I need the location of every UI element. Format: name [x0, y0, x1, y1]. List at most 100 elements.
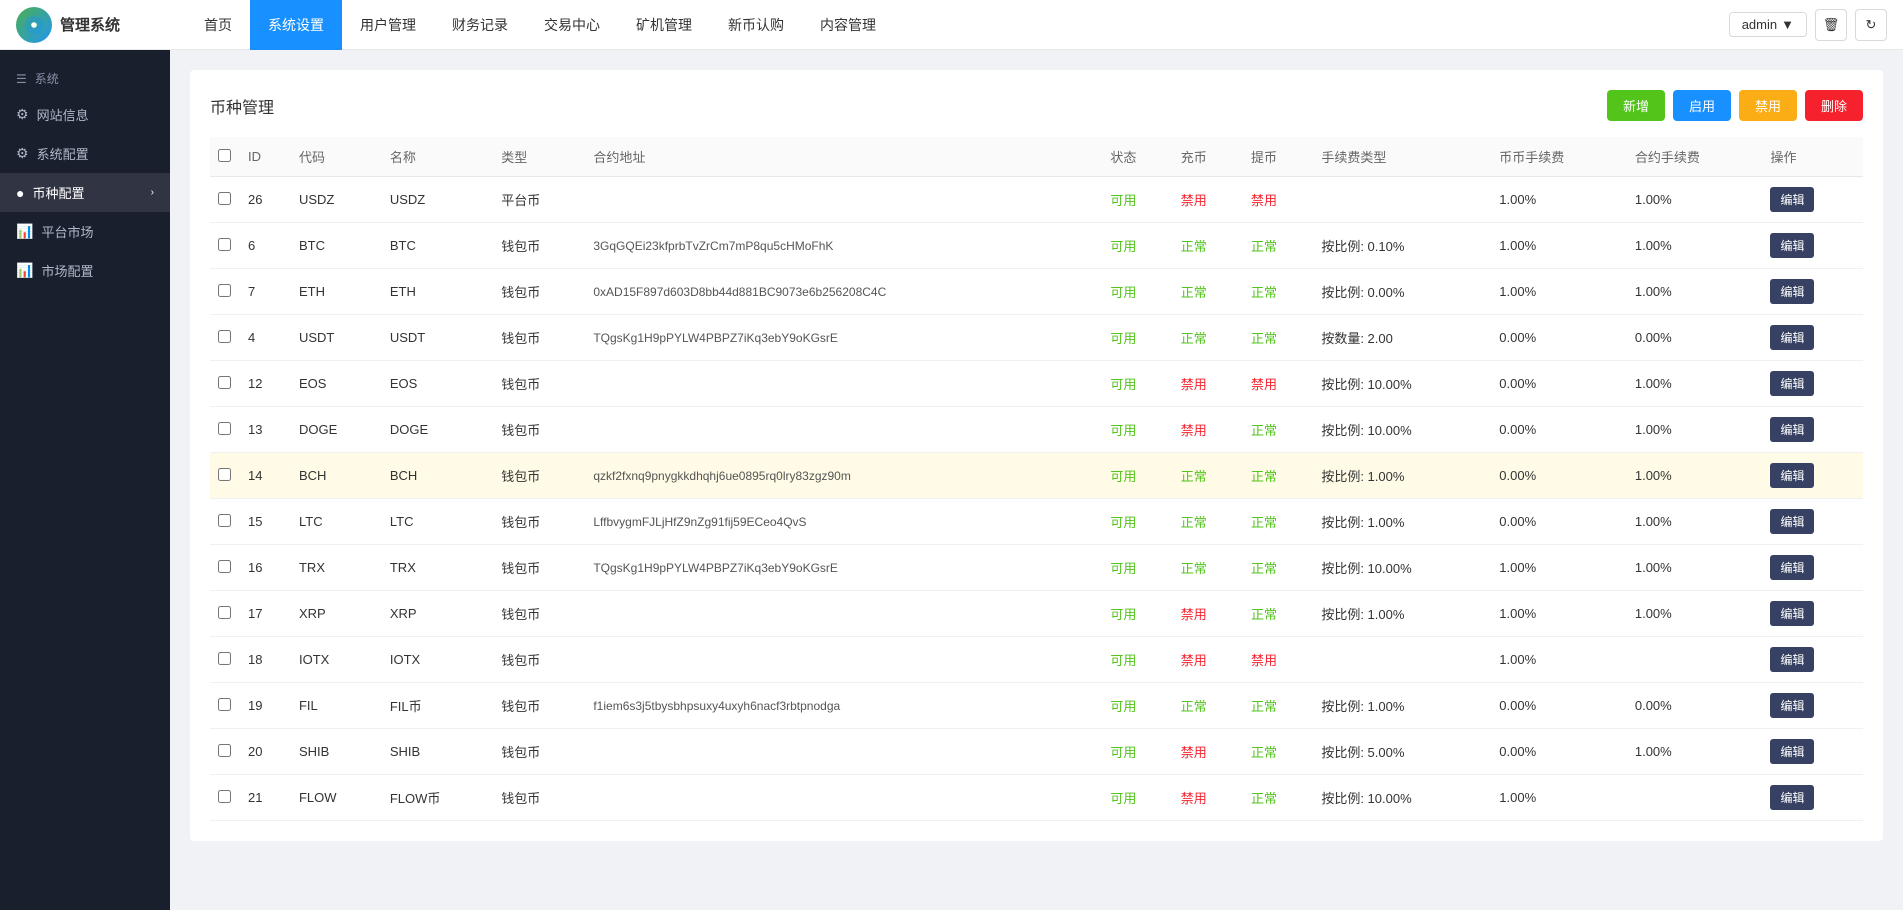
row-checkbox-3[interactable]	[218, 330, 231, 343]
nav-user-management[interactable]: 用户管理	[342, 0, 434, 50]
cell-type: 钱包币	[493, 407, 585, 453]
cell-coin-fee: 1.00%	[1491, 177, 1627, 223]
nav-trading[interactable]: 交易中心	[526, 0, 618, 50]
cell-fee-type: 按比例: 1.00%	[1313, 499, 1491, 545]
row-checkbox-4[interactable]	[218, 376, 231, 389]
nav-new-coin[interactable]: 新币认购	[710, 0, 802, 50]
edit-button-7[interactable]: 编辑	[1770, 509, 1814, 534]
edit-button-1[interactable]: 编辑	[1770, 233, 1814, 258]
nav-home[interactable]: 首页	[186, 0, 250, 50]
row-checkbox-10[interactable]	[218, 652, 231, 665]
cell-withdraw: 禁用	[1243, 361, 1313, 407]
edit-button-9[interactable]: 编辑	[1770, 601, 1814, 626]
col-fee-type: 手续费类型	[1313, 137, 1491, 177]
cell-code: DOGE	[291, 407, 382, 453]
edit-button-8[interactable]: 编辑	[1770, 555, 1814, 580]
cell-id: 17	[240, 591, 291, 637]
cell-fee-type: 按比例: 10.00%	[1313, 361, 1491, 407]
nav-system-settings[interactable]: 系统设置	[250, 0, 342, 50]
cell-type: 钱包币	[493, 729, 585, 775]
cell-id: 4	[240, 315, 291, 361]
cell-id: 14	[240, 453, 291, 499]
row-checkbox-1[interactable]	[218, 238, 231, 251]
cell-contract	[585, 729, 1102, 775]
cell-charge: 禁用	[1173, 177, 1243, 223]
edit-button-0[interactable]: 编辑	[1770, 187, 1814, 212]
cell-id: 20	[240, 729, 291, 775]
sidebar-item-market-config[interactable]: 📊 市场配置	[0, 251, 170, 290]
row-checkbox-7[interactable]	[218, 514, 231, 527]
cell-name: IOTX	[382, 637, 493, 683]
edit-button-12[interactable]: 编辑	[1770, 739, 1814, 764]
cell-contract: TQgsKg1H9pPYLW4PBPZ7iKq3ebY9oKGsrE	[585, 545, 1102, 591]
row-checkbox-cell	[210, 453, 240, 499]
sidebar-item-label: 市场配置	[41, 261, 93, 280]
edit-button-11[interactable]: 编辑	[1770, 693, 1814, 718]
col-status: 状态	[1102, 137, 1172, 177]
sidebar-item-coin-config[interactable]: ● 币种配置 ›	[0, 173, 170, 212]
row-checkbox-9[interactable]	[218, 606, 231, 619]
cell-status: 可用	[1102, 637, 1172, 683]
disable-button[interactable]: 禁用	[1739, 90, 1797, 121]
row-checkbox-cell	[210, 683, 240, 729]
cell-code: BCH	[291, 453, 382, 499]
col-code: 代码	[291, 137, 382, 177]
enable-button[interactable]: 启用	[1673, 90, 1731, 121]
table-row: 14 BCH BCH 钱包币 qzkf2fxnq9pnygkkdhqhj6ue0…	[210, 453, 1863, 499]
nav-finance[interactable]: 财务记录	[434, 0, 526, 50]
cell-contract-fee: 0.00%	[1627, 315, 1763, 361]
row-checkbox-6[interactable]	[218, 468, 231, 481]
cell-type: 钱包币	[493, 499, 585, 545]
cell-coin-fee: 0.00%	[1491, 453, 1627, 499]
cell-withdraw: 正常	[1243, 729, 1313, 775]
app: 管理系统 首页 系统设置 用户管理 财务记录 交易中心 矿机管理 新币认购 内容…	[0, 0, 1903, 910]
admin-label: admin	[1742, 17, 1777, 32]
delete-icon-btn[interactable]: 🗑	[1815, 9, 1847, 41]
sidebar-item-website-info[interactable]: ⚙ 网站信息	[0, 95, 170, 134]
edit-button-4[interactable]: 编辑	[1770, 371, 1814, 396]
cell-charge: 禁用	[1173, 407, 1243, 453]
sidebar-item-platform-market[interactable]: 📊 平台市场	[0, 212, 170, 251]
edit-button-10[interactable]: 编辑	[1770, 647, 1814, 672]
cell-name: SHIB	[382, 729, 493, 775]
cell-fee-type: 按比例: 1.00%	[1313, 591, 1491, 637]
cell-contract	[585, 591, 1102, 637]
edit-button-13[interactable]: 编辑	[1770, 785, 1814, 810]
cell-name: USDZ	[382, 177, 493, 223]
cell-id: 12	[240, 361, 291, 407]
col-name: 名称	[382, 137, 493, 177]
row-checkbox-5[interactable]	[218, 422, 231, 435]
cell-code: SHIB	[291, 729, 382, 775]
edit-button-5[interactable]: 编辑	[1770, 417, 1814, 442]
cell-charge: 禁用	[1173, 637, 1243, 683]
nav-content[interactable]: 内容管理	[802, 0, 894, 50]
delete-button[interactable]: 删除	[1805, 90, 1863, 121]
edit-button-6[interactable]: 编辑	[1770, 463, 1814, 488]
row-checkbox-8[interactable]	[218, 560, 231, 573]
admin-dropdown[interactable]: admin ▼	[1729, 12, 1807, 37]
cell-contract-fee: 0.00%	[1627, 683, 1763, 729]
row-checkbox-12[interactable]	[218, 744, 231, 757]
edit-button-3[interactable]: 编辑	[1770, 325, 1814, 350]
cell-status: 可用	[1102, 499, 1172, 545]
row-checkbox-2[interactable]	[218, 284, 231, 297]
sidebar-item-system-config[interactable]: ⚙ 系统配置	[0, 134, 170, 173]
nav-mining[interactable]: 矿机管理	[618, 0, 710, 50]
cell-contract	[585, 775, 1102, 821]
refresh-icon-btn[interactable]: ↻	[1855, 9, 1887, 41]
cell-action: 编辑	[1762, 407, 1863, 453]
row-checkbox-cell	[210, 499, 240, 545]
row-checkbox-11[interactable]	[218, 698, 231, 711]
select-all-checkbox[interactable]	[218, 149, 231, 162]
cell-charge: 正常	[1173, 223, 1243, 269]
gear-icon-2: ⚙	[16, 145, 29, 162]
add-button[interactable]: 新增	[1607, 90, 1665, 121]
cell-withdraw: 正常	[1243, 315, 1313, 361]
row-checkbox-0[interactable]	[218, 192, 231, 205]
edit-button-2[interactable]: 编辑	[1770, 279, 1814, 304]
cell-charge: 正常	[1173, 683, 1243, 729]
cell-withdraw: 正常	[1243, 223, 1313, 269]
cell-contract	[585, 361, 1102, 407]
row-checkbox-13[interactable]	[218, 790, 231, 803]
sidebar-section-icon: ☰	[16, 72, 27, 86]
